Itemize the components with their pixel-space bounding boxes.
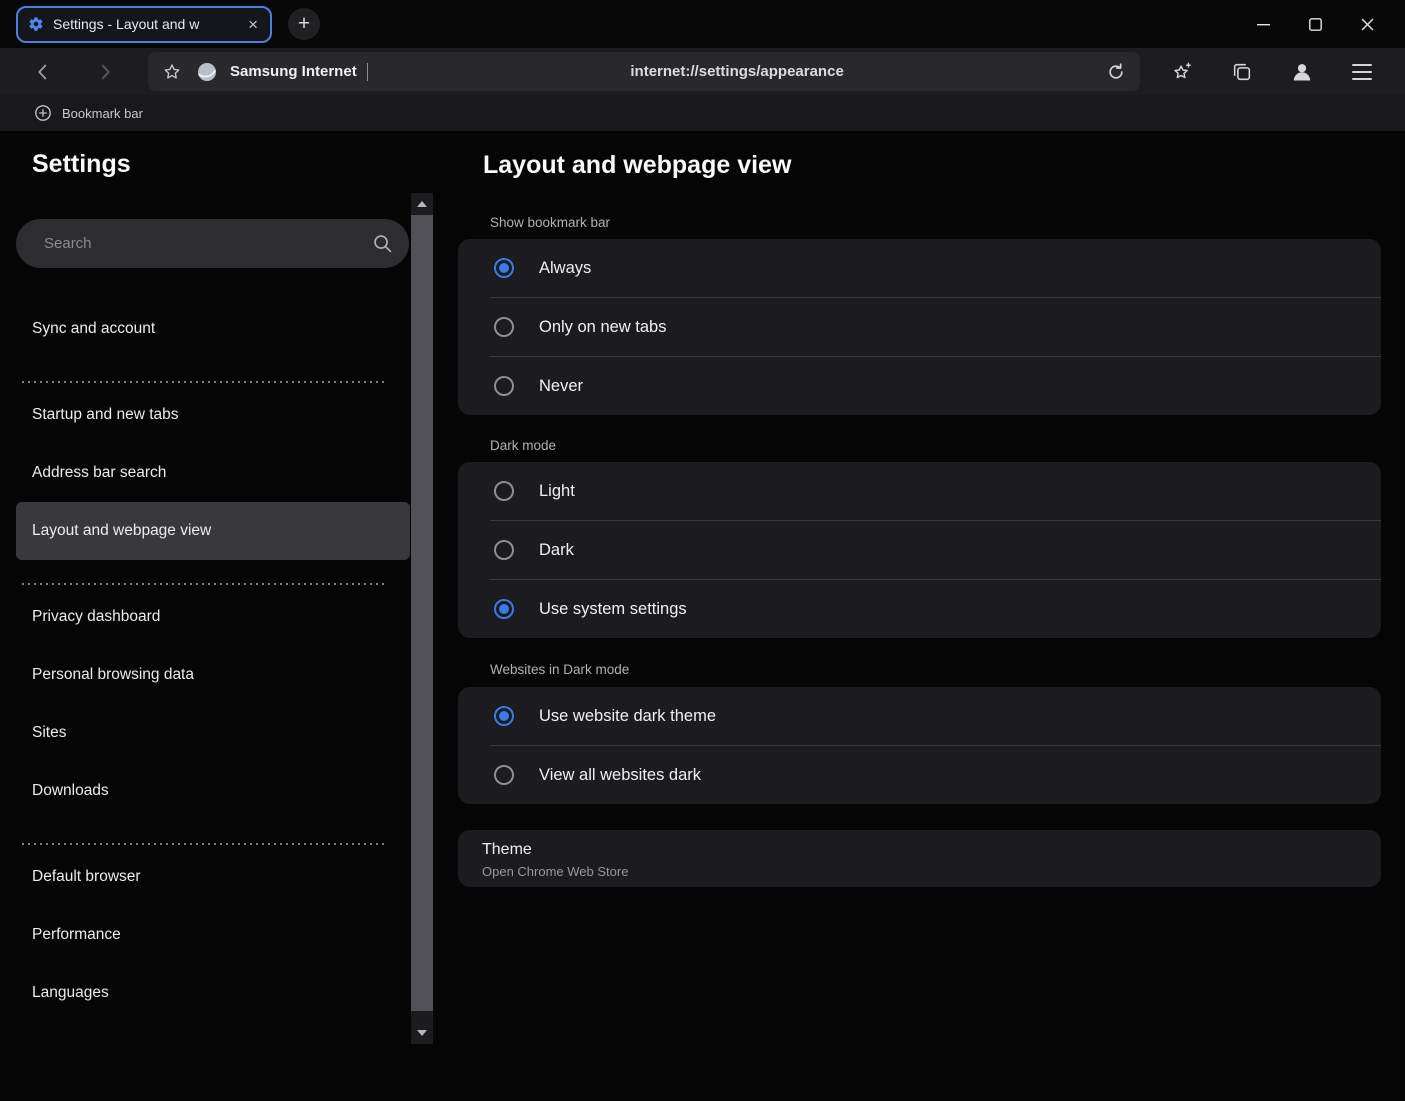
sidebar-item-address-bar-search[interactable]: Address bar search <box>16 444 410 502</box>
radio-button[interactable] <box>494 765 514 785</box>
section-label-websites-in-dark-mode: Websites in Dark mode <box>490 661 1381 679</box>
theme-title: Theme <box>482 838 1357 861</box>
radio-option-light[interactable]: Light <box>458 462 1381 520</box>
tab-bar: Settings - Layout and w × + <box>0 0 1405 48</box>
sidebar-item-label: Sync and account <box>32 320 155 338</box>
address-bar[interactable]: Samsung Internet internet://settings/app… <box>148 52 1140 91</box>
sidebar-item-label: Personal browsing data <box>32 666 194 684</box>
sidebar-item-personal-browsing-data[interactable]: Personal browsing data <box>16 646 410 704</box>
sidebar-divider <box>20 381 386 383</box>
browser-tab-active[interactable]: Settings - Layout and w × <box>16 6 272 43</box>
tab-title: Settings - Layout and w <box>53 16 237 32</box>
scrollbar-thumb[interactable] <box>411 215 433 1011</box>
menu-hamburger-icon[interactable] <box>1350 60 1374 84</box>
sidebar-item-layout-and-webpage-view[interactable]: Layout and webpage view <box>16 502 410 560</box>
radio-label: Only on new tabs <box>539 318 667 337</box>
bookmark-bar: Bookmark bar <box>0 95 1405 131</box>
scroll-up-icon[interactable] <box>411 193 433 215</box>
favorite-star-icon[interactable] <box>162 62 182 82</box>
sidebar-divider <box>20 843 386 845</box>
maximize-icon[interactable] <box>1289 0 1341 48</box>
settings-panel: Layout and webpage view Show bookmark ba… <box>458 131 1381 887</box>
sidebar-item-label: Downloads <box>32 782 109 800</box>
sidebar-item-default-browser[interactable]: Default browser <box>16 848 410 906</box>
sidebar-scrollbar[interactable] <box>411 193 433 1044</box>
sidebar-item-languages[interactable]: Languages <box>16 964 410 1022</box>
radio-label: Use system settings <box>539 600 687 619</box>
search-input[interactable] <box>16 219 409 268</box>
settings-page: Settings Sync and account Startup and ne… <box>0 131 1405 1101</box>
reload-icon[interactable] <box>1106 62 1126 82</box>
sidebar-item-label: Languages <box>32 984 109 1002</box>
radio-label: View all websites dark <box>539 766 701 785</box>
minimize-icon[interactable] <box>1237 0 1289 48</box>
radio-option-use-website-dark-theme[interactable]: Use website dark theme <box>458 687 1381 745</box>
new-tab-button[interactable]: + <box>288 8 320 40</box>
settings-title: Settings <box>32 147 410 181</box>
radio-button[interactable] <box>494 599 514 619</box>
window-controls <box>1237 0 1393 48</box>
bookmarks-star-icon[interactable] <box>1170 60 1194 84</box>
radio-label: Never <box>539 377 583 396</box>
sidebar-item-sites[interactable]: Sites <box>16 704 410 762</box>
radio-option-dark[interactable]: Dark <box>458 521 1381 579</box>
sidebar-item-label: Address bar search <box>32 464 166 482</box>
search-box[interactable] <box>16 219 409 268</box>
toolbar-actions <box>1170 60 1374 84</box>
radio-label: Dark <box>539 541 574 560</box>
tab-manager-icon[interactable] <box>1230 60 1254 84</box>
radio-option-only-on-new-tabs[interactable]: Only on new tabs <box>458 298 1381 356</box>
theme-subtitle: Open Chrome Web Store <box>482 862 1357 881</box>
radio-button[interactable] <box>494 317 514 337</box>
show-bookmark-bar-card: Always Only on new tabs Never <box>458 239 1381 415</box>
settings-nav: Sync and account Startup and new tabs Ad… <box>16 300 410 1022</box>
back-button[interactable] <box>30 59 56 85</box>
tab-close-icon[interactable]: × <box>246 16 260 33</box>
sidebar-divider <box>20 583 386 585</box>
section-label-show-bookmark-bar: Show bookmark bar <box>490 214 1381 232</box>
radio-option-always[interactable]: Always <box>458 239 1381 297</box>
samsung-internet-logo-icon <box>196 61 218 83</box>
radio-button[interactable] <box>494 540 514 560</box>
site-name: Samsung Internet <box>230 63 357 80</box>
radio-option-view-all-websites-dark[interactable]: View all websites dark <box>458 746 1381 804</box>
page-title: Layout and webpage view <box>483 148 1381 183</box>
bookmark-bar-label: Bookmark bar <box>62 106 143 121</box>
sidebar-item-label: Performance <box>32 926 121 944</box>
radio-label: Light <box>539 482 575 501</box>
sidebar-item-label: Privacy dashboard <box>32 608 160 626</box>
sidebar-item-label: Startup and new tabs <box>32 406 179 424</box>
sidebar-item-label: Sites <box>32 724 66 742</box>
sidebar-item-label: Default browser <box>32 868 141 886</box>
radio-option-never[interactable]: Never <box>458 357 1381 415</box>
radio-button[interactable] <box>494 258 514 278</box>
sidebar-item-sync-and-account[interactable]: Sync and account <box>16 300 410 358</box>
url-text: internet://settings/appearance <box>368 63 1106 80</box>
sidebar-item-label: Layout and webpage view <box>32 522 211 540</box>
sidebar-item-downloads[interactable]: Downloads <box>16 762 410 820</box>
radio-option-use-system-settings[interactable]: Use system settings <box>458 580 1381 638</box>
radio-label: Use website dark theme <box>539 707 716 726</box>
close-window-icon[interactable] <box>1341 0 1393 48</box>
profile-avatar-icon[interactable] <box>1290 60 1314 84</box>
section-label-dark-mode: Dark mode <box>490 437 1381 455</box>
sidebar-item-performance[interactable]: Performance <box>16 906 410 964</box>
radio-button[interactable] <box>494 481 514 501</box>
forward-button[interactable] <box>92 59 118 85</box>
sidebar-item-privacy-dashboard[interactable]: Privacy dashboard <box>16 588 410 646</box>
radio-button[interactable] <box>494 706 514 726</box>
search-icon <box>372 233 393 259</box>
dark-mode-card: Light Dark Use system settings <box>458 462 1381 638</box>
navigation-bar: Samsung Internet internet://settings/app… <box>0 48 1405 95</box>
sidebar-item-startup-and-new-tabs[interactable]: Startup and new tabs <box>16 386 410 444</box>
settings-sidebar: Settings Sync and account Startup and ne… <box>16 131 410 1022</box>
scroll-down-icon[interactable] <box>411 1022 433 1044</box>
theme-card[interactable]: Theme Open Chrome Web Store <box>458 830 1381 887</box>
settings-gear-favicon <box>28 16 44 32</box>
websites-dark-mode-card: Use website dark theme View all websites… <box>458 687 1381 804</box>
add-bookmark-icon[interactable] <box>34 104 52 122</box>
radio-button[interactable] <box>494 376 514 396</box>
radio-label: Always <box>539 259 591 278</box>
